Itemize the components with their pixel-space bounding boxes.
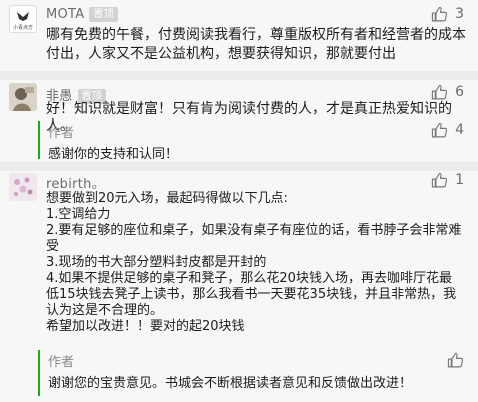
like-count: 6 <box>455 84 464 100</box>
avatar[interactable] <box>9 83 37 111</box>
thumbs-up-icon[interactable] <box>431 122 448 139</box>
reply-like-button[interactable] <box>447 351 464 369</box>
reply-text: 感谢你的支持和认同！ <box>48 147 179 162</box>
reply-author: 作者 <box>48 355 75 370</box>
avatar[interactable]: 小青点方 <box>9 5 37 33</box>
comment-author[interactable]: rebirth。 <box>46 173 105 192</box>
like-count: 1 <box>455 172 464 188</box>
author-reply: 作者 感谢你的支持和认同！ <box>38 121 470 162</box>
thumbs-up-icon[interactable] <box>431 6 448 23</box>
pinned-badge: 置顶 <box>89 7 119 22</box>
like-count: 3 <box>455 6 464 22</box>
comment-list: 小青点方 MOTA 置顶 3 哪有免费的午餐，付费阅读我看行，尊重版权所有者和经营… <box>0 0 478 402</box>
like-button[interactable]: 6 <box>431 83 464 101</box>
thumbs-up-icon[interactable] <box>447 352 464 369</box>
author-reply: 作者 谢谢您的宝贵意见。书城会不断根据读者意见和反馈做出改进！ <box>38 350 470 396</box>
comment-author[interactable]: MOTA 置顶 <box>46 7 119 22</box>
reply-author: 作者 <box>48 126 75 141</box>
thumbs-up-icon[interactable] <box>431 84 448 101</box>
comment-text: 想要做到20元入场，最起码得做以下几点: 1.空调给力 2.要有足够的座位和桌子… <box>46 191 462 334</box>
reply-like-button[interactable]: 4 <box>431 121 464 139</box>
like-button[interactable]: 3 <box>431 5 464 23</box>
comment-divider <box>0 71 478 80</box>
avatar-photo-icon <box>9 173 37 201</box>
like-button[interactable]: 1 <box>431 171 464 189</box>
avatar-photo-icon <box>9 83 37 111</box>
comment-text: 哪有免费的午餐，付费阅读我看行，尊重版权所有者和经营者的成本付出，人家又不是公益… <box>46 27 466 62</box>
author-name[interactable]: rebirth。 <box>46 177 105 192</box>
logo-icon: 小青点方 <box>13 12 33 31</box>
avatar[interactable] <box>9 173 37 201</box>
author-name[interactable]: MOTA <box>46 7 84 22</box>
thumbs-up-icon[interactable] <box>431 172 448 189</box>
comment-divider <box>0 162 478 171</box>
like-count: 4 <box>455 122 464 138</box>
svg-text:小青点方: 小青点方 <box>13 24 33 31</box>
reply-text: 谢谢您的宝贵意见。书城会不断根据读者意见和反馈做出改进！ <box>48 376 413 391</box>
